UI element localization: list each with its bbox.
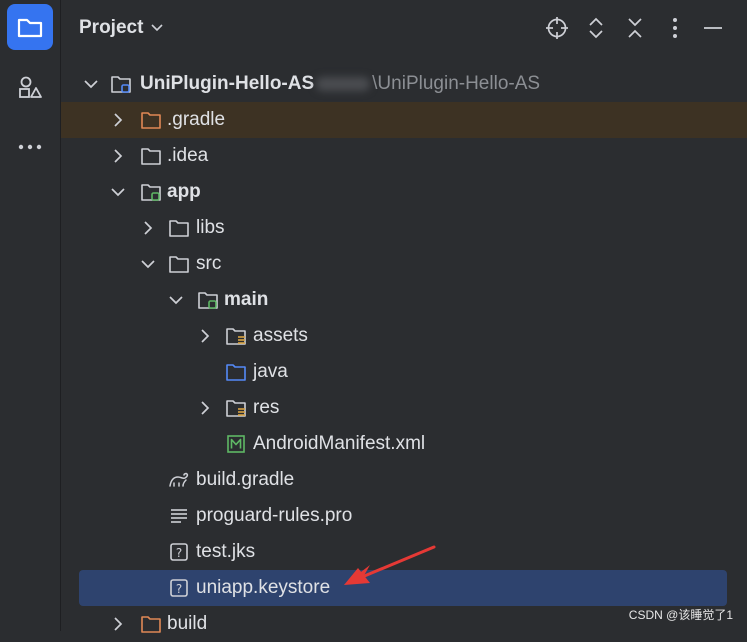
chevron-right-icon[interactable]	[110, 148, 126, 164]
tree-item-src[interactable]: src	[61, 246, 747, 282]
vertical-dots-icon	[673, 18, 677, 38]
tree-item-label: .gradle	[167, 109, 226, 130]
tree-item-label: UniPlugin-Hello-AS \UniPlugin-Hello-AS	[140, 73, 541, 94]
tree-item-label: main	[224, 289, 269, 310]
tree-item-libs[interactable]: libs	[61, 210, 747, 246]
tree-item-gradle[interactable]: .gradle	[61, 102, 747, 138]
watermark: CSDN @该睡觉了1	[628, 608, 733, 622]
chevron-right-icon[interactable]	[197, 328, 213, 344]
collapse-all-icon	[628, 18, 642, 38]
tree-item-java[interactable]: java	[61, 354, 747, 390]
resource-folder-icon	[226, 328, 246, 345]
tree-item-label: test.jks	[196, 541, 256, 562]
tree-item-build-gradle[interactable]: build.gradle	[61, 462, 747, 498]
collapse-all-button[interactable]	[623, 16, 647, 40]
project-tool-button[interactable]	[7, 4, 53, 50]
crosshair-icon	[546, 17, 568, 39]
tree-item-manifest[interactable]: AndroidManifest.xml	[61, 426, 747, 462]
tree-item-label: build.gradle	[196, 469, 295, 490]
svg-text:?: ?	[176, 546, 182, 560]
shapes-icon	[19, 76, 42, 98]
tree-item-idea[interactable]: .idea	[61, 138, 747, 174]
chevron-down-icon[interactable]	[110, 184, 126, 200]
panel-title: Project	[79, 17, 144, 38]
tree-item-assets[interactable]: assets	[61, 318, 747, 354]
redacted-blur	[316, 76, 371, 91]
chevron-right-icon[interactable]	[110, 616, 126, 632]
panel-title-dropdown[interactable]: Project	[79, 17, 163, 39]
tree-item-label: AndroidManifest.xml	[253, 433, 426, 454]
tree-item-label: assets	[253, 325, 308, 346]
tree-item-res[interactable]: res	[61, 390, 747, 426]
source-folder-icon	[226, 364, 246, 381]
tree-item-label: .idea	[167, 145, 209, 166]
tree-item-label: build	[167, 613, 208, 634]
tree-item-label: proguard-rules.pro	[196, 505, 353, 526]
panel-header: Project	[61, 0, 747, 58]
tree-item-root[interactable]: UniPlugin-Hello-AS \UniPlugin-Hello-AS	[61, 66, 747, 102]
text-file-icon	[171, 509, 187, 523]
more-icon	[18, 144, 42, 150]
unknown-file-icon: ?	[170, 543, 188, 561]
tool-window-rail	[0, 0, 61, 631]
hide-button[interactable]	[701, 16, 725, 40]
excluded-folder-icon	[141, 112, 161, 129]
structure-tool-button[interactable]	[7, 64, 53, 110]
chevron-down-icon	[151, 24, 163, 32]
chevron-right-icon[interactable]	[140, 220, 156, 236]
tree-item-label: java	[253, 361, 288, 382]
expand-all-button[interactable]	[584, 16, 608, 40]
tree-item-label: libs	[196, 217, 225, 238]
module-folder-icon	[141, 184, 161, 201]
folder-icon	[169, 220, 189, 237]
chevron-down-icon[interactable]	[168, 292, 184, 308]
resource-folder-icon	[226, 400, 246, 417]
excluded-folder-icon	[141, 616, 161, 633]
tree-item-app[interactable]: app	[61, 174, 747, 210]
expand-all-icon	[589, 17, 603, 39]
project-panel: Project UniPlugin-Hello-AS \UniPlugin-He…	[61, 0, 747, 634]
more-tools-button[interactable]	[7, 124, 53, 170]
unknown-file-icon: ?	[170, 579, 188, 597]
svg-text:?: ?	[176, 582, 182, 596]
tree-item-proguard[interactable]: proguard-rules.pro	[61, 498, 747, 534]
tree-item-label: src	[196, 253, 222, 274]
locate-button[interactable]	[545, 16, 569, 40]
module-folder-icon	[111, 76, 131, 93]
tree-item-label: res	[253, 397, 280, 418]
chevron-right-icon[interactable]	[110, 112, 126, 128]
gradle-file-icon	[169, 472, 189, 487]
folder-icon	[17, 18, 43, 38]
tree-item-label: app	[167, 181, 201, 202]
folder-icon	[141, 148, 161, 165]
chevron-down-icon[interactable]	[83, 76, 99, 92]
manifest-file-icon	[227, 435, 245, 453]
module-folder-icon	[198, 292, 218, 309]
minimize-icon	[704, 27, 722, 29]
options-button[interactable]	[663, 16, 687, 40]
folder-icon	[169, 256, 189, 273]
tree-item-label: uniapp.keystore	[196, 577, 331, 598]
chevron-right-icon[interactable]	[197, 400, 213, 416]
chevron-down-icon[interactable]	[140, 256, 156, 272]
tree-item-main[interactable]: main	[61, 282, 747, 318]
annotation-arrow-icon	[344, 545, 436, 585]
